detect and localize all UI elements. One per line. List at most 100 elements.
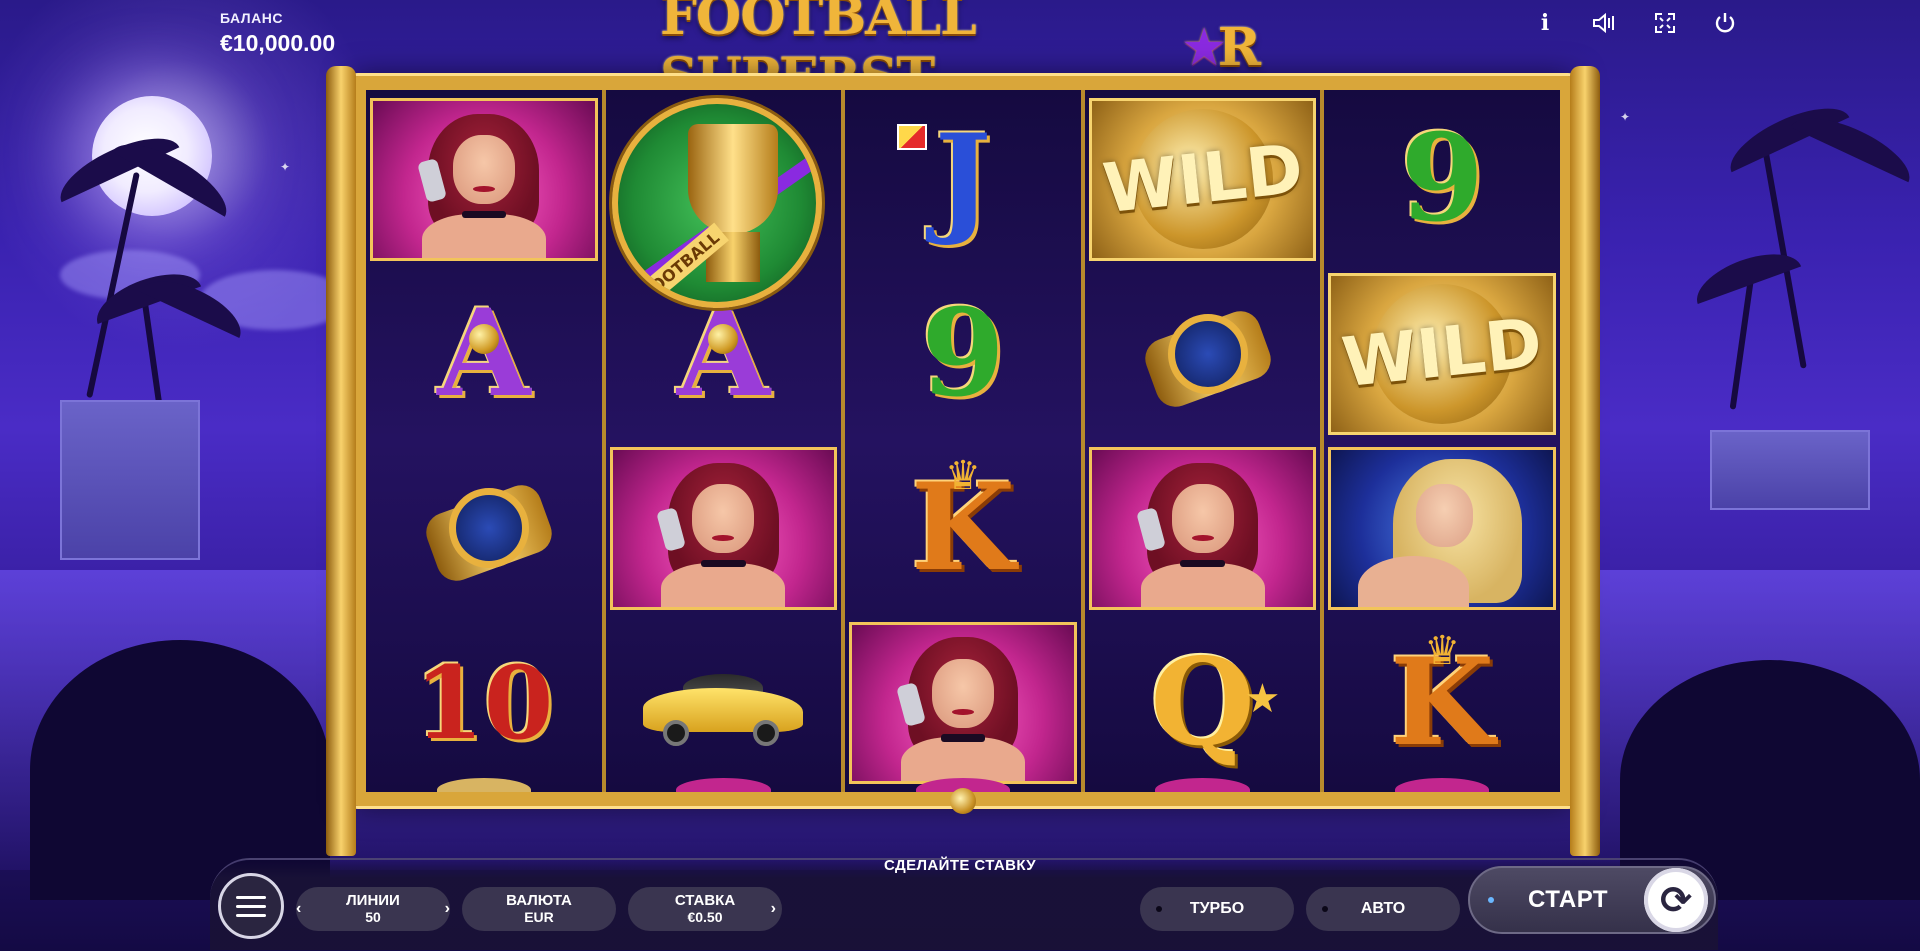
symbol-cell: 9 (1324, 94, 1560, 265)
body (421, 213, 546, 258)
star-icon: ★ (1244, 675, 1281, 722)
spin-icon[interactable]: ⟳ (1644, 868, 1708, 932)
reel-1: A 10 (366, 90, 602, 792)
sparkle: ✦ (280, 160, 291, 174)
symbol-cell (606, 618, 842, 789)
lines-increase-button[interactable]: › (445, 900, 450, 918)
symbol-cell (1085, 269, 1321, 440)
symbol-a: A (437, 293, 530, 414)
body (661, 562, 786, 607)
football-icon (468, 323, 499, 354)
game-logo: FOOTBALL SUPERST★R (660, 0, 1261, 108)
gold-watch-symbol (1128, 294, 1278, 414)
menu-button[interactable] (218, 873, 284, 939)
face (1171, 484, 1234, 554)
choker (461, 210, 506, 219)
symbol-9: 9 (1400, 108, 1484, 250)
symbol-9: 9 (921, 282, 1005, 424)
symbol-j: J (934, 108, 992, 250)
logo-text-end: R (1217, 16, 1261, 78)
symbol-cell: A (366, 269, 602, 440)
lips (1191, 534, 1214, 541)
redhead-woman-symbol (1088, 447, 1317, 610)
auto-indicator (1322, 906, 1328, 912)
redhead-woman-symbol (370, 98, 598, 261)
symbol-cell (1085, 443, 1321, 614)
symbol-cell: 9 (845, 269, 1081, 440)
start-button[interactable]: СТАРТ ⟳ (1468, 866, 1716, 934)
reels-grid: A10FOOTBALLAJ9♛KWILD★Q9WILD♛K (366, 90, 1560, 792)
car-wheel (753, 719, 780, 746)
reel-5: 9 WILD ♛ K (1324, 90, 1560, 792)
symbol-cell: WILD (1324, 269, 1560, 440)
auto-toggle[interactable]: АВТО (1306, 887, 1460, 931)
wild-symbol: WILD (1088, 98, 1317, 261)
face (452, 135, 515, 205)
balance-panel: БАЛАНС €10,000.00 (220, 10, 335, 57)
bet-increase-button[interactable]: › (771, 900, 776, 918)
bet-value: €0.50 (687, 908, 723, 925)
gold-watch-symbol (409, 468, 559, 588)
fullscreen-icon[interactable] (1648, 6, 1682, 40)
villa-left (60, 400, 200, 560)
start-label: СТАРТ (1528, 886, 1609, 913)
body (1140, 562, 1265, 607)
lips (472, 185, 495, 192)
symbol-cell: 10 (366, 618, 602, 789)
symbol-cell: ♛ K (845, 443, 1081, 614)
menu-icon (236, 895, 266, 899)
choker (940, 734, 986, 742)
bet-selector: СТАВКА €0.50 › (628, 887, 782, 931)
top-icons: i (1528, 6, 1742, 40)
palm-trunk (1759, 131, 1807, 369)
lines-value: 50 (365, 908, 381, 925)
reels-frame: A10FOOTBALLAJ9♛KWILD★Q9WILD♛K (326, 66, 1600, 856)
balance-label: БАЛАНС (220, 10, 283, 26)
wild-label: WILD (1338, 304, 1546, 404)
trophy-scatter-symbol: FOOTBALL (611, 98, 822, 308)
menu-icon-line (236, 913, 266, 917)
crown-icon: ♛ (945, 453, 981, 499)
currency-value: EUR (524, 908, 554, 925)
football-icon (708, 323, 739, 354)
info-icon[interactable]: i (1528, 6, 1562, 40)
currency-selector[interactable]: ВАЛЮТА EUR (462, 887, 616, 931)
wild-label: WILD (1098, 129, 1307, 229)
symbol-cell (1324, 443, 1560, 614)
redhead-woman-symbol (849, 621, 1077, 784)
power-icon[interactable] (1708, 6, 1742, 40)
crown-icon: ♛ (1424, 627, 1461, 674)
watch-face (1167, 313, 1248, 394)
redhead-woman-symbol (609, 447, 838, 610)
reel-4: WILD ★ Q (1084, 90, 1321, 792)
symbol-q: Q (1150, 631, 1255, 773)
symbol-cell (366, 94, 602, 265)
blonde-woman-symbol (1328, 447, 1556, 610)
face (1415, 484, 1474, 548)
currency-label: ВАЛЮТА (506, 892, 572, 910)
car-wheel (663, 719, 690, 746)
reel-3: J 9 ♛ K (845, 90, 1081, 792)
choker (701, 559, 746, 568)
turbo-toggle[interactable]: ТУРБО (1140, 887, 1294, 931)
frame-ornament (950, 788, 976, 814)
choker (1180, 559, 1225, 568)
auto-label: АВТО (1360, 900, 1406, 917)
lines-decrease-button[interactable]: ‹ (296, 900, 301, 918)
start-indicator (1488, 897, 1494, 903)
symbol-cell: FOOTBALL (606, 94, 842, 308)
symbol-cell (606, 443, 842, 614)
sound-icon[interactable] (1588, 6, 1622, 40)
shoulder (1357, 556, 1469, 607)
flag-icon (897, 124, 928, 150)
lines-selector: ‹ ЛИНИИ 50 › (296, 887, 450, 931)
symbol-10: 10 (414, 643, 554, 762)
wild-symbol: WILD (1328, 272, 1556, 435)
symbol-a: A (677, 293, 770, 414)
body (900, 737, 1026, 782)
watch-face (448, 488, 529, 569)
lips (712, 534, 735, 541)
face (931, 658, 994, 728)
menu-icon-line (236, 904, 266, 908)
face (692, 484, 755, 554)
